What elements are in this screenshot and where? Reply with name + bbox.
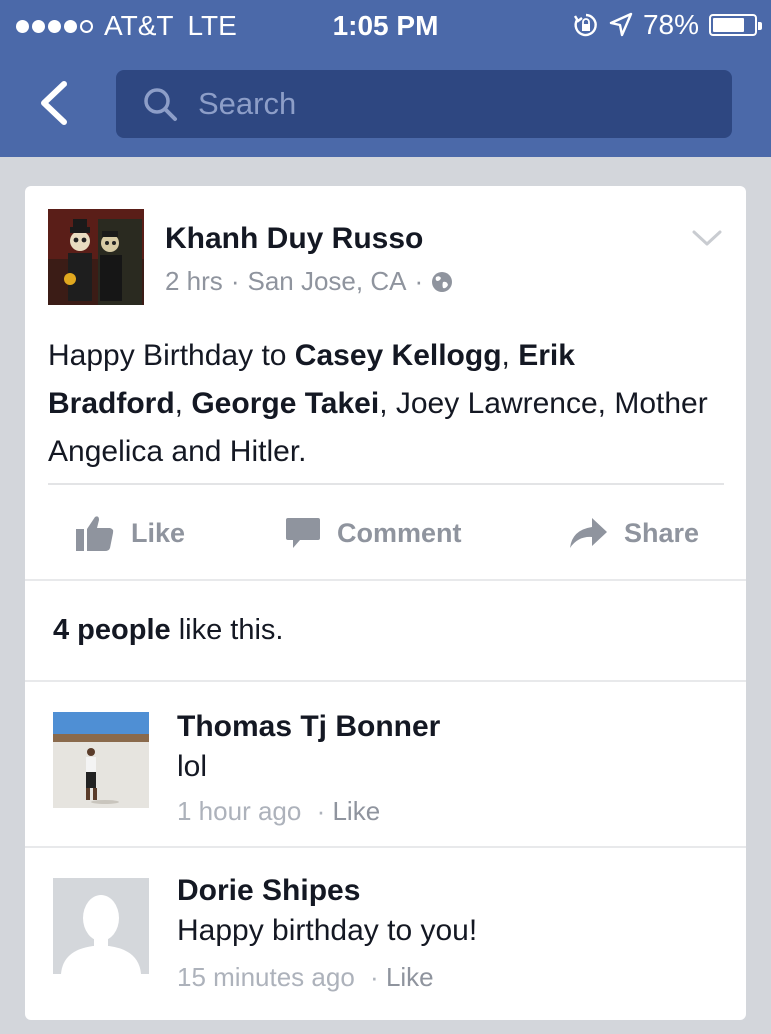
text-segment: Happy Birthday to (48, 339, 295, 372)
back-chevron-icon (41, 81, 67, 125)
post-actions: Like Comment Share (25, 492, 746, 574)
tagged-user[interactable]: George Takei (191, 387, 379, 420)
commenter-name[interactable]: Thomas Tj Bonner (177, 710, 440, 744)
share-button[interactable]: Share (568, 492, 699, 574)
meta-separator: · (370, 962, 379, 992)
back-button[interactable] (36, 80, 70, 126)
commenter-name[interactable]: Dorie Shipes (177, 874, 360, 908)
like-button[interactable]: Like (75, 492, 185, 574)
comment-like-link[interactable]: Like (332, 796, 380, 826)
likes-count[interactable]: 4 people (53, 614, 171, 646)
post-time[interactable]: 2 hrs (165, 266, 223, 297)
comment-item: Thomas Tj Bonner lol 1 hour ago · Like (25, 682, 746, 846)
likes-suffix: like this. (170, 614, 284, 646)
comment-time: 15 minutes ago (177, 962, 355, 992)
post-meta: 2 hrs · San Jose, CA · (165, 266, 453, 297)
share-arrow-icon (570, 518, 607, 548)
likes-summary[interactable]: 4 people like this. (53, 614, 283, 647)
post-card: Khanh Duy Russo 2 hrs · San Jose, CA · H… (25, 186, 746, 1020)
commenter-avatar[interactable] (53, 712, 149, 808)
meta-separator: · (230, 266, 240, 296)
rotation-lock-icon (573, 13, 597, 37)
status-bar: AT&T LTE 1:05 PM 78% (0, 0, 771, 52)
comment-text: lol (177, 750, 208, 783)
post-header: Khanh Duy Russo 2 hrs · San Jose, CA · (25, 186, 746, 316)
battery-icon (709, 14, 762, 36)
text-segment: , (174, 387, 192, 420)
comment-like-link[interactable]: Like (386, 962, 434, 992)
post-options-chevron-icon[interactable] (691, 228, 723, 250)
battery-percent: 78% (642, 9, 699, 40)
divider (48, 483, 724, 485)
search-bar[interactable] (116, 70, 732, 138)
meta-separator: · (414, 266, 424, 296)
text-segment: , (501, 339, 519, 372)
comment-bubble-icon (286, 518, 320, 548)
thumbs-up-icon (76, 516, 114, 551)
location-arrow-icon (609, 12, 633, 37)
post-author[interactable]: Khanh Duy Russo (165, 222, 423, 256)
comment-button[interactable]: Comment (285, 492, 462, 574)
comment-label: Comment (337, 517, 462, 548)
app-header: AT&T LTE 1:05 PM 78% (0, 0, 771, 157)
comment-meta: 1 hour ago · Like (177, 796, 380, 827)
post-location[interactable]: San Jose, CA (247, 266, 406, 297)
comment-meta: 15 minutes ago · Like (177, 962, 434, 993)
meta-separator: · (316, 796, 326, 826)
search-input[interactable] (196, 85, 700, 123)
commenter-avatar-placeholder[interactable] (53, 878, 149, 974)
comment-text: Happy birthday to you! (177, 914, 478, 947)
tagged-user[interactable]: Casey Kellogg (295, 339, 502, 372)
like-label: Like (131, 517, 186, 548)
post-body: Happy Birthday to Casey Kellogg, Erik Br… (48, 332, 718, 476)
divider (25, 579, 746, 581)
globe-icon (432, 271, 453, 292)
share-label: Share (624, 517, 700, 548)
author-avatar[interactable] (48, 209, 144, 305)
comment-time: 1 hour ago (177, 796, 302, 826)
search-icon (144, 88, 177, 121)
comment-item: Dorie Shipes Happy birthday to you! 15 m… (25, 848, 746, 1020)
status-right: 78% (573, 9, 762, 40)
